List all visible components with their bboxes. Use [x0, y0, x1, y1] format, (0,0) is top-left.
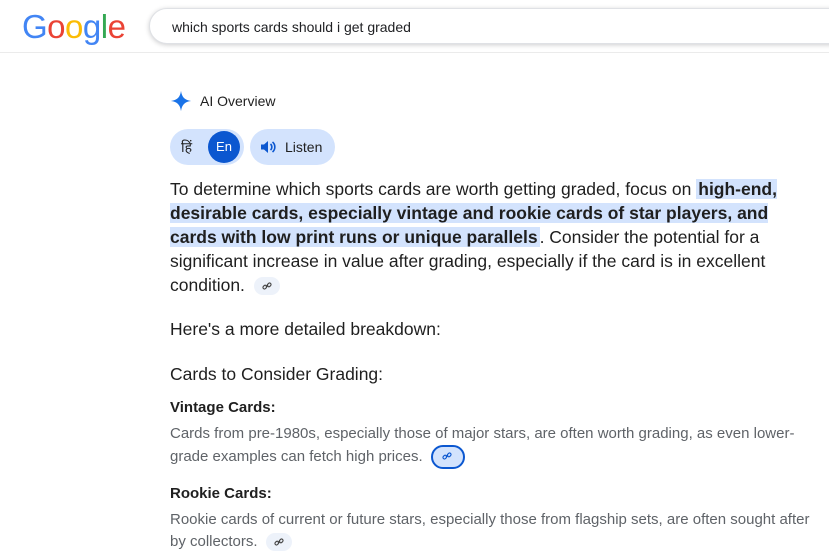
item-body-vintage: Cards from pre-1980s, especially those o… [170, 425, 795, 465]
item-title-rookie: Rookie Cards: [170, 485, 272, 502]
speaker-icon [261, 141, 276, 153]
citation-link-button[interactable] [265, 533, 292, 552]
language-toggle[interactable]: हिं En [170, 129, 244, 165]
language-option-english[interactable]: En [208, 131, 240, 163]
item-title-vintage: Vintage Cards: [170, 399, 276, 416]
ai-overview-title: AI Overview [200, 93, 276, 109]
sparkle-icon [170, 90, 192, 112]
breakdown-text: Here's a more detailed breakdown: [170, 319, 441, 339]
citation-link-button[interactable] [430, 445, 465, 469]
listen-label: Listen [285, 139, 323, 155]
citation-link-button[interactable] [253, 277, 280, 296]
item-text-rookie: Rookie cards of current or future stars,… [170, 509, 810, 553]
header-bar: Google [0, 0, 829, 53]
language-option-hindi[interactable]: हिं [181, 138, 192, 157]
link-icon [274, 538, 284, 546]
google-logo[interactable]: Google [22, 8, 126, 46]
intro-text-before: To determine which sports cards are wort… [170, 179, 697, 199]
intro-paragraph: To determine which sports cards are wort… [170, 177, 810, 297]
section-heading: Cards to Consider Grading: [170, 364, 384, 384]
search-input[interactable] [170, 9, 814, 45]
listen-button[interactable]: Listen [250, 129, 335, 165]
search-box[interactable] [149, 8, 829, 45]
ai-overview-header: AI Overview [170, 90, 275, 112]
item-text-vintage: Cards from pre-1980s, especially those o… [170, 423, 810, 469]
link-icon [262, 282, 272, 290]
link-icon [442, 452, 452, 460]
